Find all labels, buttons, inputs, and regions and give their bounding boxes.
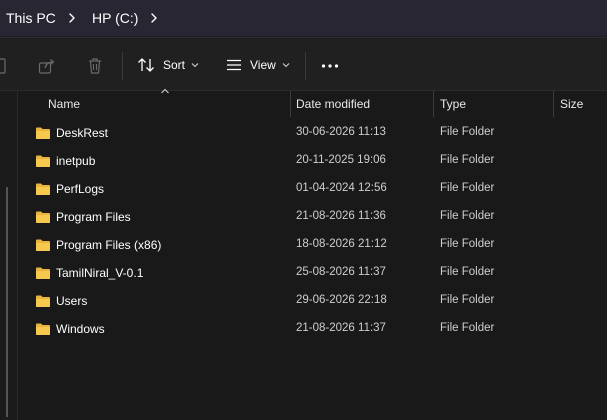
share-icon[interactable] [38, 58, 56, 74]
column-header-size[interactable]: Size [560, 91, 583, 117]
folder-icon [36, 295, 50, 307]
sort-button[interactable]: Sort [137, 54, 199, 76]
table-row[interactable]: Windows 21-08-2026 11:37 File Folder [18, 315, 607, 343]
file-date: 20-11-2025 19:06 [296, 154, 386, 166]
column-divider[interactable] [290, 91, 291, 117]
folder-icon [36, 183, 50, 195]
more-options-icon[interactable] [321, 63, 339, 69]
file-name: DeskRest [56, 126, 109, 140]
file-type: File Folder [440, 294, 495, 306]
file-name: Windows [56, 322, 105, 336]
file-date: 21-08-2026 11:36 [296, 210, 386, 222]
file-type: File Folder [440, 266, 495, 278]
file-date: 25-08-2026 11:37 [296, 266, 386, 278]
folder-icon [36, 211, 50, 223]
breadcrumb-drive[interactable]: HP (C:) [92, 10, 138, 26]
view-icon [227, 59, 241, 71]
column-divider[interactable] [433, 91, 434, 117]
address-bar: This PC HP (C:) [0, 0, 607, 38]
view-label: View [250, 58, 276, 72]
file-name: inetpub [56, 154, 96, 168]
file-date: 01-04-2024 12:56 [296, 182, 387, 194]
column-divider[interactable] [553, 91, 554, 117]
delete-icon[interactable] [87, 57, 103, 75]
table-row[interactable]: inetpub 20-11-2025 19:06 File Folder [18, 147, 607, 175]
chevron-right-icon[interactable] [148, 10, 160, 26]
file-type: File Folder [440, 238, 495, 250]
file-name: TamilNiral_V-0.1 [56, 266, 144, 280]
toolbar-divider [305, 52, 306, 80]
file-list: Name Date modified Type Size DeskRest 30-… [18, 88, 607, 420]
folder-icon [36, 239, 50, 251]
breadcrumb-this-pc[interactable]: This PC [6, 10, 56, 26]
folder-icon [36, 267, 50, 279]
file-type: File Folder [440, 210, 495, 222]
file-date: 30-06-2026 11:13 [296, 126, 386, 138]
rename-icon[interactable] [0, 58, 8, 74]
chevron-down-icon [191, 63, 199, 68]
table-row[interactable]: Program Files (x86) 18-08-2026 21:12 File … [18, 231, 607, 259]
table-row[interactable]: DeskRest 30-06-2026 11:13 File Folder [18, 119, 607, 147]
toolbar-divider [122, 52, 123, 80]
file-date: 18-08-2026 21:12 [296, 238, 387, 250]
file-name: Program Files (x86) [56, 238, 162, 252]
folder-icon [36, 323, 50, 335]
chevron-down-icon [282, 63, 290, 68]
command-bar: Sort View [0, 38, 607, 91]
chevron-right-icon[interactable] [66, 10, 78, 26]
column-header-name[interactable]: Name [48, 91, 80, 117]
file-type: File Folder [440, 322, 495, 334]
navigation-pane[interactable] [0, 91, 18, 420]
file-type: File Folder [440, 182, 495, 194]
file-name: Users [56, 294, 88, 308]
file-name: PerfLogs [56, 182, 105, 196]
sort-ascending-icon [161, 88, 169, 94]
table-row[interactable]: TamilNiral_V-0.1 25-08-2026 11:37 File Fol… [18, 259, 607, 287]
sort-icon [138, 58, 154, 72]
folder-icon [36, 155, 50, 167]
sort-label: Sort [163, 58, 186, 72]
column-header-date[interactable]: Date modified [296, 91, 370, 117]
file-date: 21-08-2026 11:37 [296, 322, 386, 334]
file-type: File Folder [440, 126, 495, 138]
table-row[interactable]: Program Files 21-08-2026 11:36 File Folder [18, 203, 607, 231]
file-date: 29-06-2026 22:18 [296, 294, 387, 306]
table-row[interactable]: PerfLogs 01-04-2024 12:56 File Folder [18, 175, 607, 203]
navigation-scrollbar[interactable] [6, 187, 8, 417]
table-row[interactable]: Users 29-06-2026 22:18 File Folder [18, 287, 607, 315]
folder-icon [36, 127, 50, 139]
view-button[interactable]: View [226, 54, 290, 76]
file-type: File Folder [440, 154, 495, 166]
column-header-type[interactable]: Type [440, 91, 466, 117]
file-name: Program Files [56, 210, 131, 224]
